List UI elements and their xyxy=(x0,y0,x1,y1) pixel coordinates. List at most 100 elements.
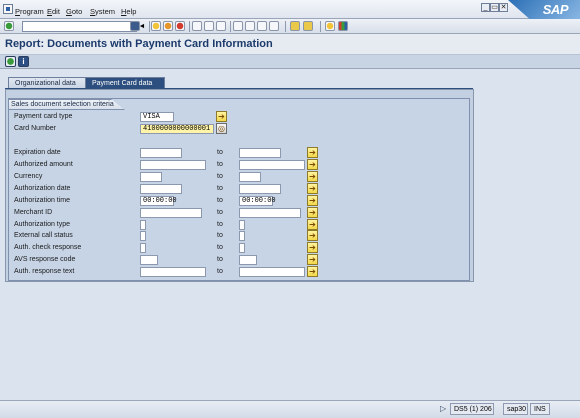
authorized-amount-to-label: to xyxy=(217,161,223,168)
avs-response-code-high-input[interactable] xyxy=(239,255,257,265)
find-icon[interactable] xyxy=(204,21,214,31)
minimize-button[interactable]: _ xyxy=(481,3,490,12)
toolbar-separator xyxy=(320,21,321,32)
back-icon[interactable] xyxy=(151,21,161,31)
auth-check-response-label: Auth. check response xyxy=(14,244,82,251)
save-icon[interactable] xyxy=(130,21,140,31)
payment-card-type-input[interactable]: VISA xyxy=(140,112,174,122)
toolbar-separator xyxy=(149,21,150,32)
expiration-date-low-input[interactable] xyxy=(140,148,182,158)
authorization-time-label: Authorization time xyxy=(14,197,71,204)
expiration-date-multiple-selection-icon[interactable]: ➔ xyxy=(307,147,318,158)
prev-page-icon[interactable] xyxy=(245,21,255,31)
menu-goto[interactable]: Goto xyxy=(66,7,82,16)
external-call-status-to-label: to xyxy=(217,232,223,239)
authorized-amount-low-input[interactable] xyxy=(140,160,206,170)
status-expand-icon[interactable]: ▷ xyxy=(440,404,446,413)
authorization-date-label: Authorization date xyxy=(14,185,71,192)
merchant-id-low-input[interactable] xyxy=(140,208,202,218)
authorization-time-low-input[interactable]: 00:00:00 xyxy=(140,196,177,206)
auth-check-response-multiple-selection-icon[interactable]: ➔ xyxy=(307,242,318,253)
authorized-amount-multiple-selection-icon[interactable]: ➔ xyxy=(307,159,318,170)
menu-edit[interactable]: Edit xyxy=(47,7,60,16)
toolbar-separator xyxy=(285,21,286,32)
auth-response-text-low-input[interactable] xyxy=(140,267,206,277)
payment-card-type-selection-icon[interactable]: ➔ xyxy=(216,111,227,122)
authorization-type-label: Authorization type xyxy=(14,221,71,228)
authorization-type-low-input[interactable] xyxy=(140,220,146,230)
currency-low-input[interactable] xyxy=(140,172,162,182)
restore-button[interactable]: ▭ xyxy=(490,3,499,12)
sap-logo: SAP xyxy=(508,0,580,19)
external-call-status-label: External call status xyxy=(14,232,73,239)
auth-response-text-high-input[interactable] xyxy=(239,267,305,277)
find-next-icon[interactable] xyxy=(216,21,226,31)
expiration-date-to-label: to xyxy=(217,149,223,156)
merchant-id-to-label: to xyxy=(217,209,223,216)
auth-check-response-high-input[interactable] xyxy=(239,243,245,253)
expiration-date-high-input[interactable] xyxy=(239,148,281,158)
authorization-type-high-input[interactable] xyxy=(239,220,245,230)
enter-icon[interactable] xyxy=(4,21,14,31)
card-number-input[interactable]: 4100000000000001 xyxy=(140,124,214,134)
avs-response-code-low-input[interactable] xyxy=(140,255,158,265)
menu-system[interactable]: System xyxy=(90,7,115,16)
avs-response-code-multiple-selection-icon[interactable]: ➔ xyxy=(307,254,318,265)
currency-multiple-selection-icon[interactable]: ➔ xyxy=(307,171,318,182)
merchant-id-label: Merchant ID xyxy=(14,209,53,216)
menu-program[interactable]: Program xyxy=(15,7,44,16)
card-number-search-icon[interactable]: ◎ xyxy=(216,123,227,134)
shortcut-icon[interactable] xyxy=(303,21,313,31)
sap-logo-text: SAP xyxy=(542,2,569,17)
avs-response-code-to-label: to xyxy=(217,256,223,263)
external-call-status-low-input[interactable] xyxy=(140,231,146,241)
auth-check-response-low-input[interactable] xyxy=(140,243,146,253)
avs-response-code-label: AVS response code xyxy=(14,256,76,263)
help-icon[interactable] xyxy=(325,21,335,31)
authorization-date-low-input[interactable] xyxy=(140,184,182,194)
execute-icon[interactable] xyxy=(5,56,16,67)
toolbar-separator xyxy=(230,21,231,32)
authorization-time-high-input[interactable]: 00:00:00 xyxy=(239,196,276,206)
last-page-icon[interactable] xyxy=(269,21,279,31)
auth-response-text-label: Auth. response text xyxy=(14,268,75,275)
merchant-id-multiple-selection-icon[interactable]: ➔ xyxy=(307,207,318,218)
group-box-title: Sales document selection criteria xyxy=(8,99,125,110)
application-toolbar xyxy=(0,55,580,69)
auth-response-text-multiple-selection-icon[interactable]: ➔ xyxy=(307,266,318,277)
info-icon[interactable]: i xyxy=(18,56,29,67)
app-menu-icon[interactable] xyxy=(3,4,13,14)
authorization-type-to-label: to xyxy=(217,221,223,228)
authorization-time-multiple-selection-icon[interactable]: ➔ xyxy=(307,195,318,206)
layout-icon[interactable] xyxy=(338,21,348,31)
new-session-icon[interactable] xyxy=(290,21,300,31)
auth-response-text-to-label: to xyxy=(217,268,223,275)
authorized-amount-label: Authorized amount xyxy=(14,161,73,168)
authorization-date-multiple-selection-icon[interactable]: ➔ xyxy=(307,183,318,194)
exit-icon[interactable] xyxy=(163,21,173,31)
menu-help[interactable]: Help xyxy=(121,7,136,16)
menu-bar: Program Edit Goto System Help _ ▭ ✕ SAP xyxy=(0,0,580,19)
command-field[interactable] xyxy=(22,21,137,32)
first-page-icon[interactable] xyxy=(233,21,243,31)
authorized-amount-high-input[interactable] xyxy=(239,160,305,170)
toolbar-separator xyxy=(189,21,190,32)
auth-check-response-to-label: to xyxy=(217,244,223,251)
print-icon[interactable] xyxy=(192,21,202,31)
authorization-date-high-input[interactable] xyxy=(239,184,281,194)
external-call-status-high-input[interactable] xyxy=(239,231,245,241)
cancel-icon[interactable] xyxy=(175,21,185,31)
next-page-icon[interactable] xyxy=(257,21,267,31)
currency-label: Currency xyxy=(14,173,43,180)
card-number-label: Card Number xyxy=(14,125,57,132)
currency-high-input[interactable] xyxy=(239,172,261,182)
merchant-id-high-input[interactable] xyxy=(239,208,301,218)
system-toolbar: ◄ xyxy=(0,19,580,34)
payment-card-type-label: Payment card type xyxy=(14,113,73,120)
close-button[interactable]: ✕ xyxy=(499,3,508,12)
external-call-status-multiple-selection-icon[interactable]: ➔ xyxy=(307,230,318,241)
authorization-type-multiple-selection-icon[interactable]: ➔ xyxy=(307,219,318,230)
page-title: Report: Documents with Payment Card Info… xyxy=(5,38,273,50)
authorization-time-to-label: to xyxy=(217,197,223,204)
currency-to-label: to xyxy=(217,173,223,180)
